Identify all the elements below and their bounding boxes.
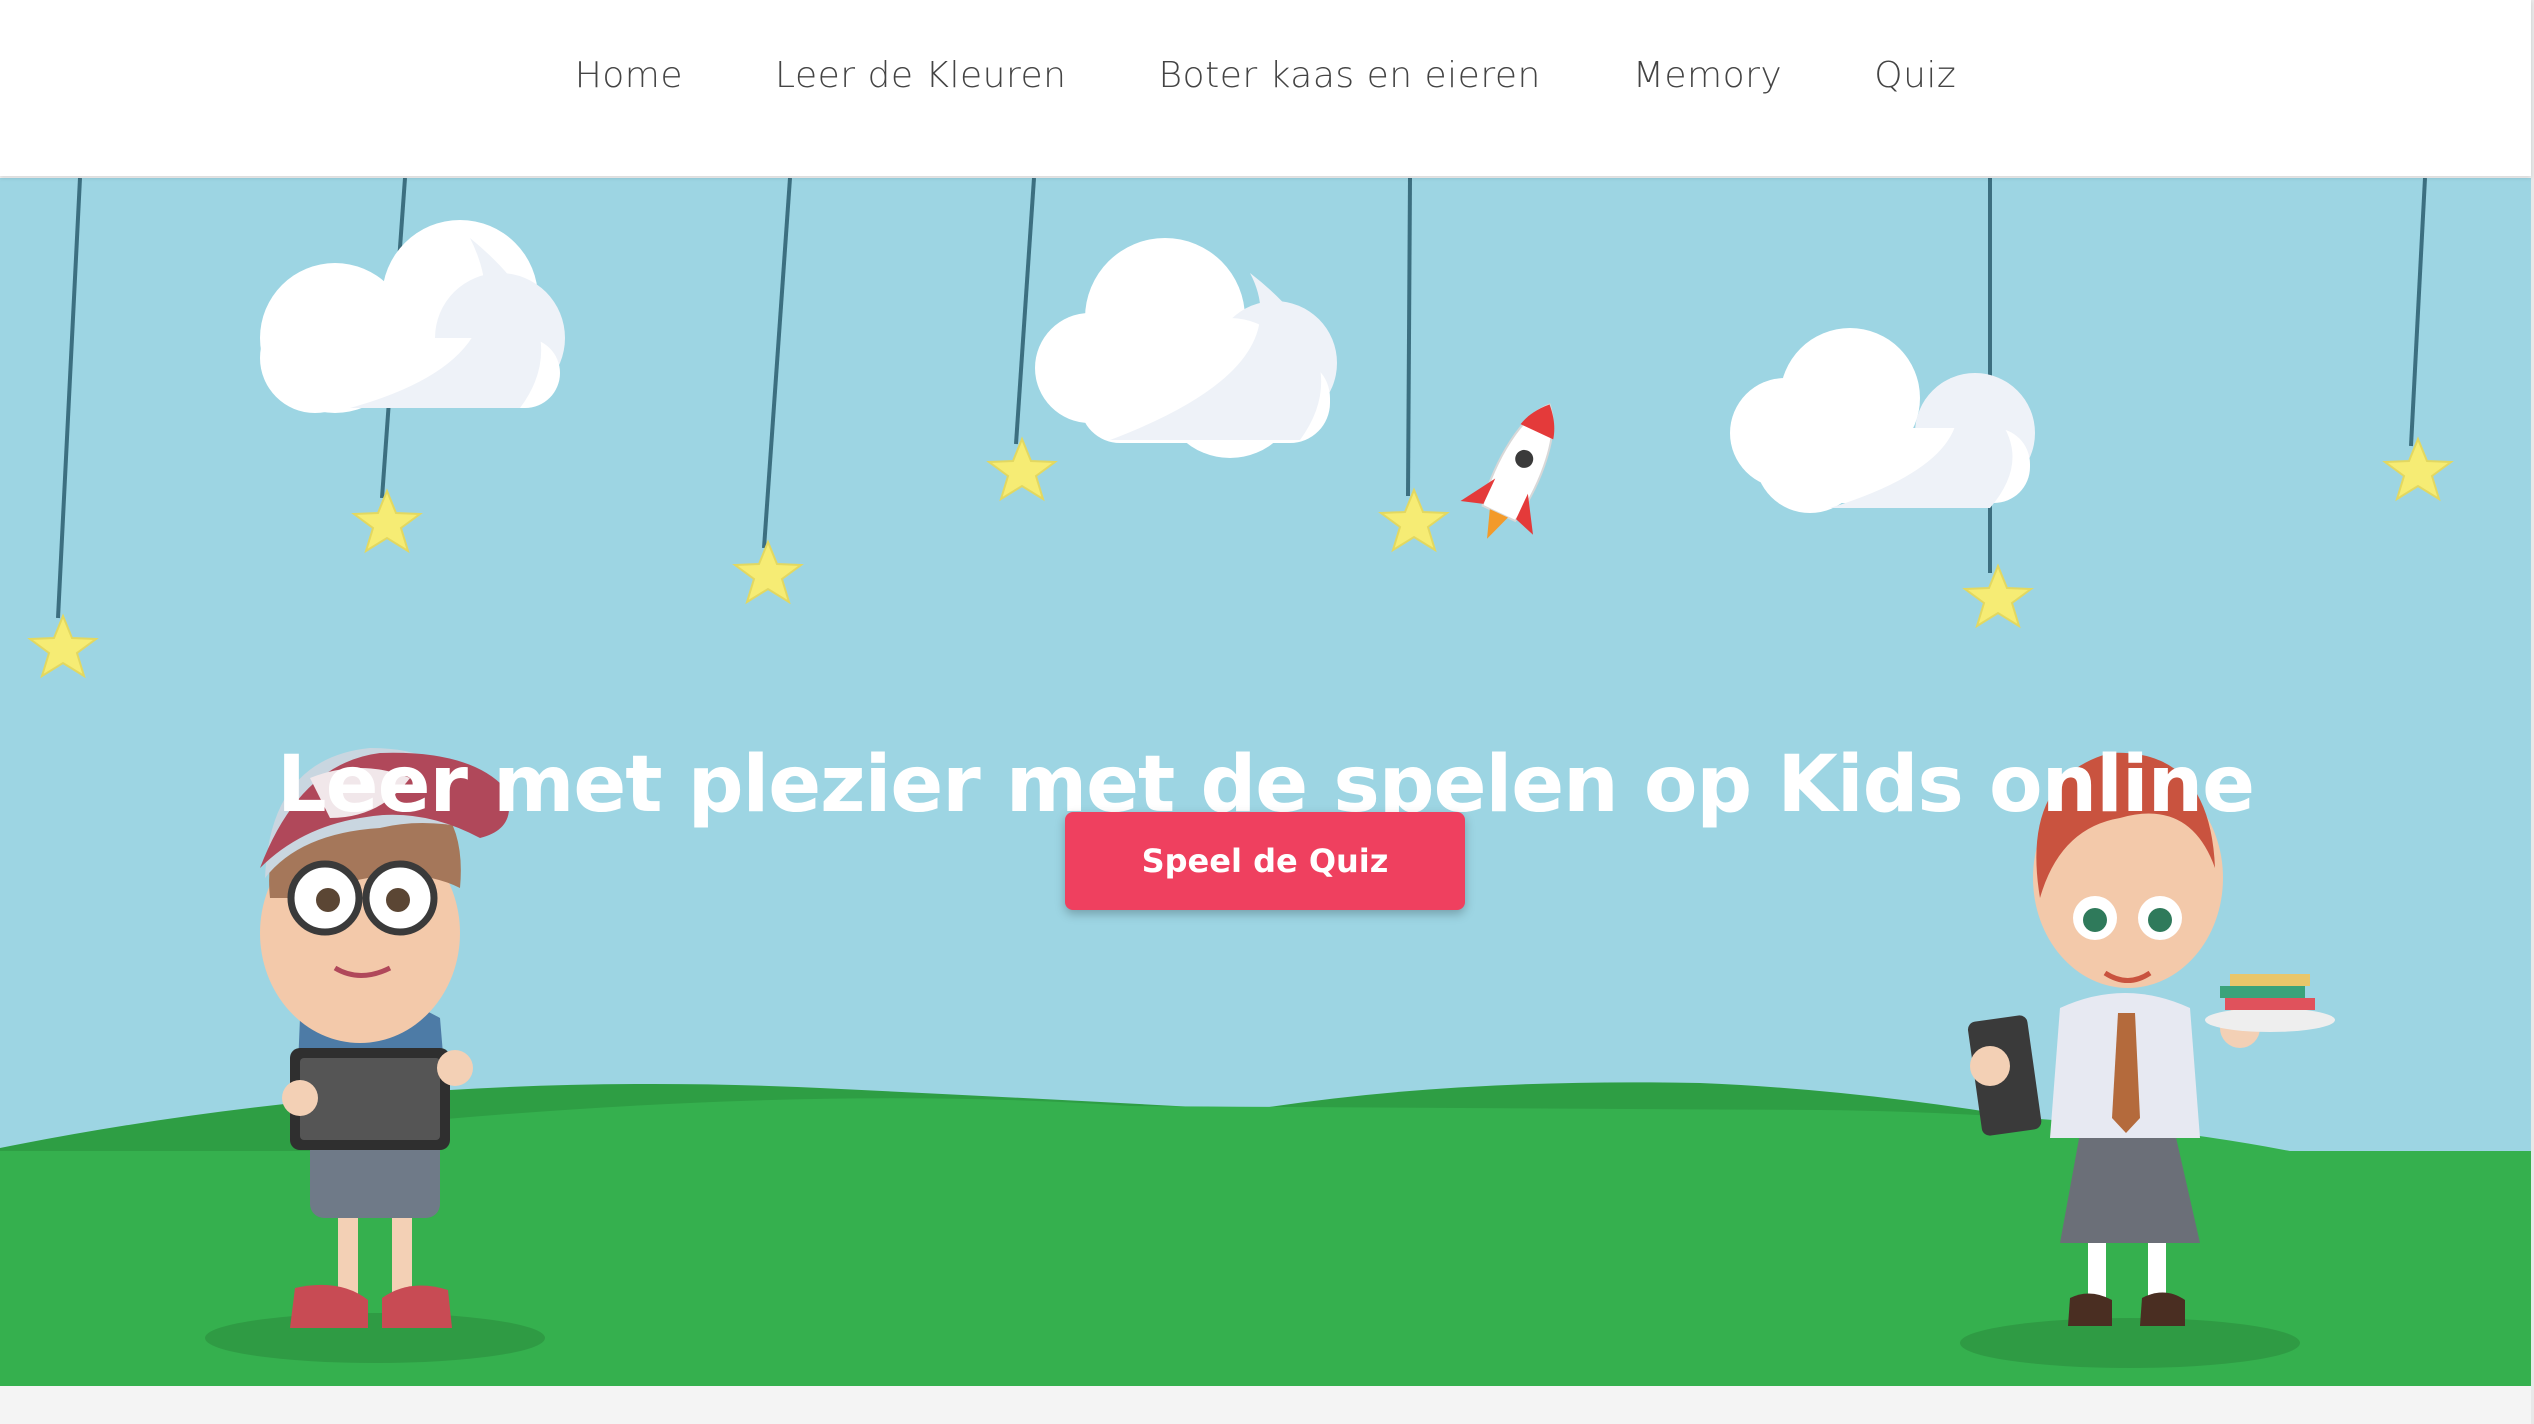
nav-item-leer-de-kleuren[interactable]: Leer de Kleuren [729, 55, 1112, 96]
top-navbar: Home Leer de Kleuren Boter kaas en eiere… [0, 0, 2531, 176]
page: Home Leer de Kleuren Boter kaas en eiere… [0, 0, 2534, 1424]
nav-item-memory[interactable]: Memory [1587, 55, 1828, 96]
nav-menu: Home Leer de Kleuren Boter kaas en eiere… [0, 0, 2531, 150]
page-bottom-strip [0, 1386, 2534, 1424]
nav-item-boter-kaas-en-eieren[interactable]: Boter kaas en eieren [1112, 55, 1586, 96]
hero-banner: Leer met plezier met de spelen op Kids o… [0, 178, 2531, 1386]
nav-item-quiz[interactable]: Quiz [1828, 55, 2002, 96]
speel-de-quiz-button[interactable]: Speel de Quiz [1065, 812, 1465, 910]
nav-item-home[interactable]: Home [529, 55, 729, 96]
